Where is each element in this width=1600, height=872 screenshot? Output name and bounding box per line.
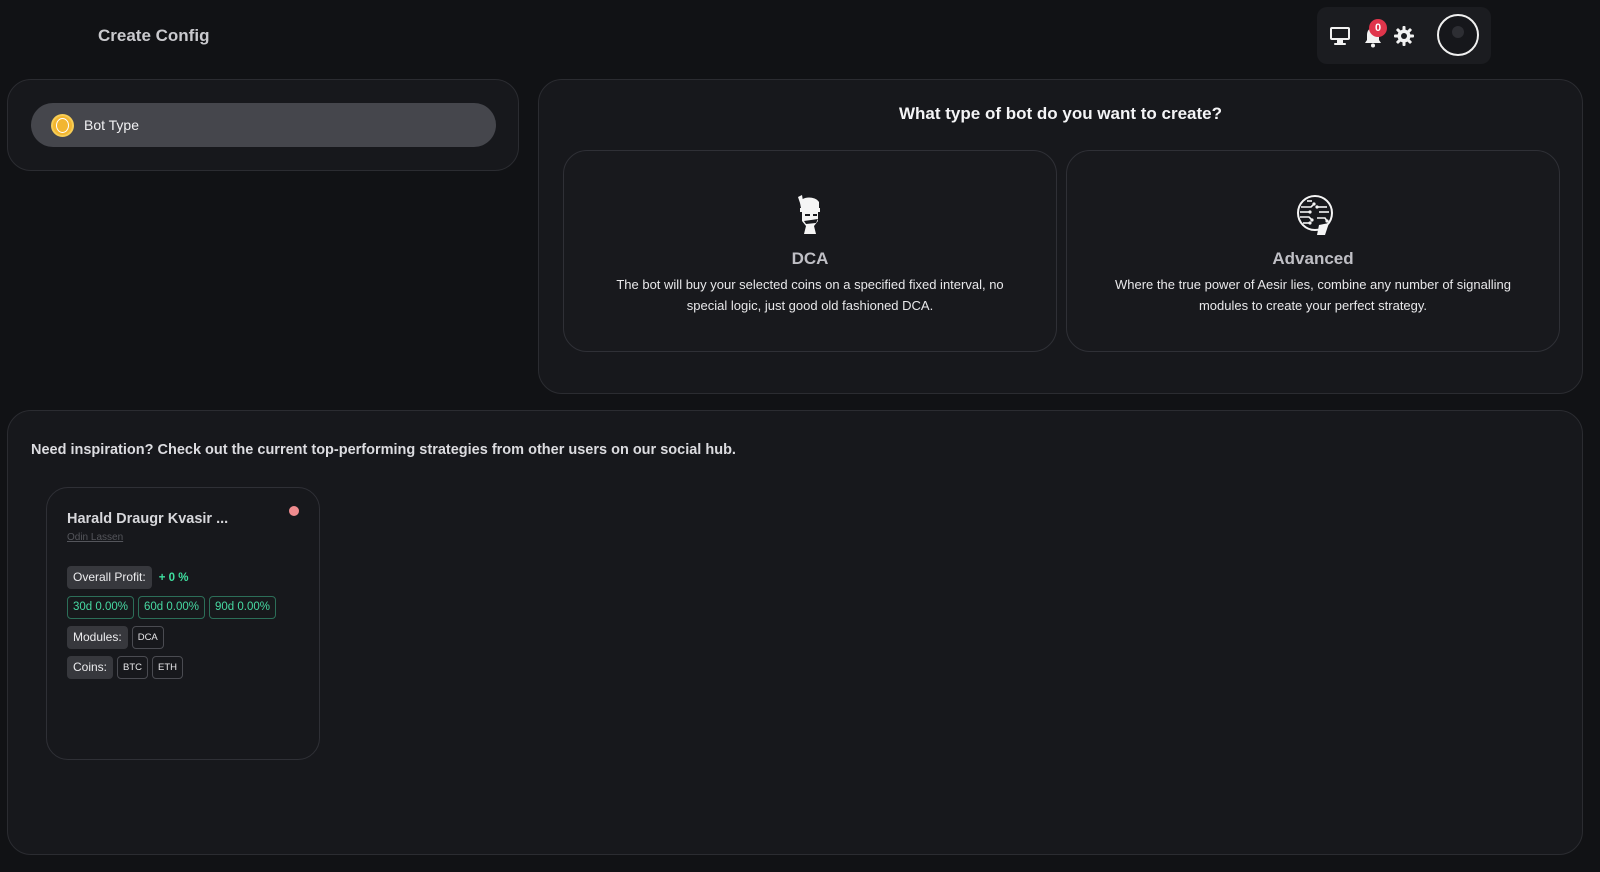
steps-panel: Bot Type bbox=[7, 79, 519, 171]
coin-tag: BTC bbox=[117, 656, 149, 679]
step-bot-type[interactable]: Bot Type bbox=[31, 103, 496, 147]
bot-option-dca[interactable]: DCA The bot will buy your selected coins… bbox=[563, 150, 1057, 352]
bot-type-heading: What type of bot do you want to create? bbox=[899, 104, 1222, 123]
period-return-90d: 90d 0.00% bbox=[209, 596, 276, 619]
bot-type-panel: What type of bot do you want to create? … bbox=[538, 79, 1583, 394]
circuit-head-icon bbox=[1297, 195, 1333, 235]
overall-profit-label: Overall Profit: bbox=[67, 566, 152, 589]
module-tag: DCA bbox=[131, 626, 164, 649]
social-hub-heading: Need inspiration? Check out the current … bbox=[31, 442, 736, 458]
coin-icon bbox=[51, 114, 74, 137]
bot-option-advanced[interactable]: Advanced Where the true power of Aesir l… bbox=[1066, 150, 1560, 352]
strategy-author-link[interactable]: Odin Lassen bbox=[67, 532, 123, 543]
modules-row: Modules: DCA bbox=[67, 626, 164, 649]
monitor-icon[interactable] bbox=[1329, 26, 1351, 46]
coins-row: Coins: BTC ETH bbox=[67, 656, 184, 679]
step-label: Bot Type bbox=[84, 117, 140, 133]
page-title: Create Config bbox=[98, 26, 210, 45]
modules-label: Modules: bbox=[67, 626, 128, 649]
social-hub-panel: Need inspiration? Check out the current … bbox=[7, 410, 1583, 855]
top-toolbar: 0 bbox=[1317, 7, 1491, 64]
overall-profit-row: Overall Profit: + 0 % bbox=[67, 566, 188, 589]
strategy-name: Harald Draugr Kvasir ... bbox=[67, 511, 229, 527]
bot-option-name: Advanced bbox=[1272, 249, 1354, 268]
strategy-card[interactable]: Harald Draugr Kvasir ... Odin Lassen Ove… bbox=[46, 487, 320, 760]
status-dot bbox=[289, 506, 299, 516]
coin-tag: ETH bbox=[152, 656, 184, 679]
period-return-30d: 30d 0.00% bbox=[67, 596, 134, 619]
viking-icon bbox=[798, 195, 820, 234]
gear-icon[interactable] bbox=[1393, 25, 1415, 47]
bot-option-name: DCA bbox=[791, 249, 829, 268]
coins-label: Coins: bbox=[67, 656, 114, 679]
period-return-60d: 60d 0.00% bbox=[138, 596, 205, 619]
period-returns-row: 30d 0.00% 60d 0.00% 90d 0.00% bbox=[67, 596, 276, 619]
notification-badge: 0 bbox=[1369, 19, 1387, 37]
bot-option-description: The bot will buy your selected coins on … bbox=[616, 277, 1004, 313]
avatar[interactable] bbox=[1437, 14, 1479, 56]
overall-profit-value: + 0 % bbox=[158, 571, 189, 584]
page: Create Config 0 Bot Type What type of bo… bbox=[0, 0, 1600, 872]
bot-option-description: Where the true power of Aesir lies, comb… bbox=[1115, 277, 1511, 313]
